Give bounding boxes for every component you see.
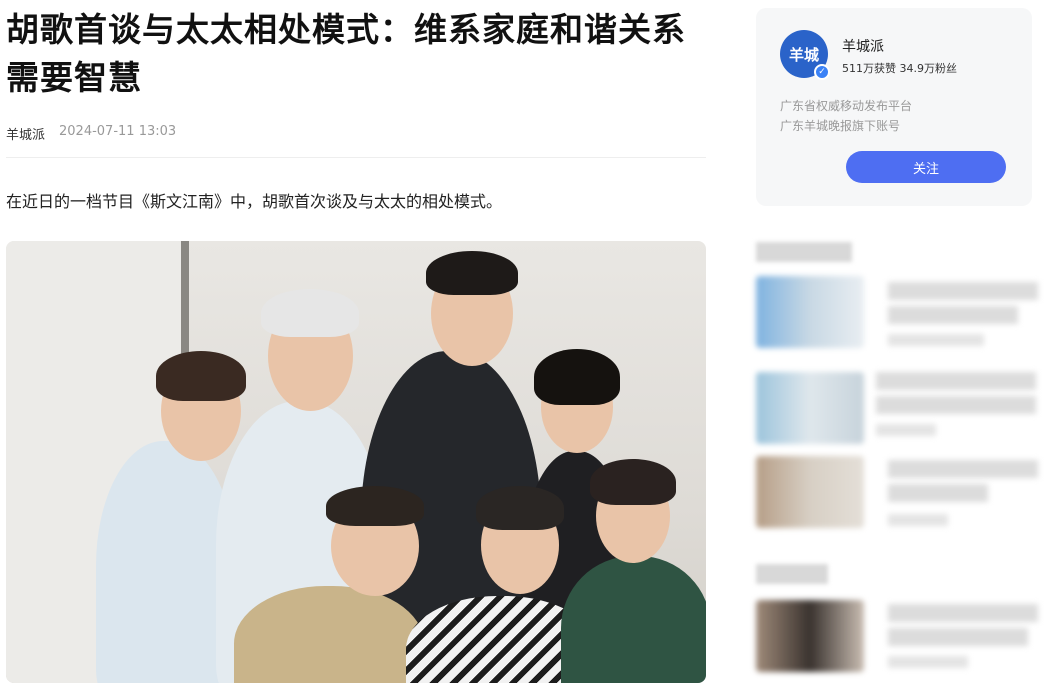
rec-thumbnail[interactable] xyxy=(756,372,864,444)
sidebar: 羊城 ✓ 羊城派 511万获赞 34.9万粉丝 广东省权威移动发布平台 广东羊城… xyxy=(756,8,1032,206)
photo-hair xyxy=(590,459,676,505)
rec-title-placeholder[interactable] xyxy=(888,628,1028,646)
rec-title-placeholder[interactable] xyxy=(876,396,1036,414)
rec-title-placeholder[interactable] xyxy=(876,372,1036,390)
article: 胡歌首谈与太太相处模式：维系家庭和谐关系需要智慧 羊城派 2024-07-11 … xyxy=(6,0,706,216)
author-avatar[interactable]: 羊城 ✓ xyxy=(780,30,830,80)
photo-hair xyxy=(426,251,518,295)
rec-title-placeholder[interactable] xyxy=(888,460,1038,478)
author-stats: 511万获赞 34.9万粉丝 xyxy=(842,62,957,75)
rec-thumbnail[interactable] xyxy=(756,276,864,348)
author-description: 广东省权威移动发布平台 广东羊城晚报旗下账号 xyxy=(780,96,912,136)
rec-meta-placeholder xyxy=(888,656,968,668)
section-heading-placeholder xyxy=(756,242,852,262)
rec-title-placeholder[interactable] xyxy=(888,484,988,502)
author-card: 羊城 ✓ 羊城派 511万获赞 34.9万粉丝 广东省权威移动发布平台 广东羊城… xyxy=(756,8,1032,206)
article-meta: 羊城派 2024-07-11 13:03 xyxy=(6,124,706,158)
rec-title-placeholder[interactable] xyxy=(888,604,1038,622)
photo-hair xyxy=(261,289,359,337)
rec-meta-placeholder xyxy=(888,514,948,526)
article-date: 2024-07-11 13:03 xyxy=(59,124,177,139)
rec-meta-placeholder xyxy=(876,424,936,436)
photo-hair xyxy=(326,486,424,526)
rec-thumbnail[interactable] xyxy=(756,456,864,528)
rec-thumbnail[interactable] xyxy=(756,600,864,672)
photo-hair xyxy=(156,351,246,401)
rec-meta-placeholder xyxy=(888,334,984,346)
rec-title-placeholder[interactable] xyxy=(888,282,1038,300)
photo-hair xyxy=(476,486,564,530)
article-title: 胡歌首谈与太太相处模式：维系家庭和谐关系需要智慧 xyxy=(6,10,686,97)
rec-title-placeholder[interactable] xyxy=(888,306,1018,324)
avatar-text: 羊城 xyxy=(788,45,819,64)
article-lead-paragraph: 在近日的一档节目《斯文江南》中，胡歌首次谈及与太太的相处模式。 xyxy=(6,192,503,211)
follow-button[interactable]: 关注 xyxy=(846,151,1006,183)
author-desc-line: 广东省权威移动发布平台 xyxy=(780,99,913,113)
verified-icon: ✓ xyxy=(814,64,830,80)
photo-person xyxy=(561,556,706,683)
author-name[interactable]: 羊城派 xyxy=(842,36,884,56)
article-author[interactable]: 羊城派 xyxy=(6,124,45,143)
section-heading-placeholder xyxy=(756,564,828,584)
photo-hair xyxy=(534,349,620,405)
article-photo xyxy=(6,241,706,683)
author-desc-line: 广东羊城晚报旗下账号 xyxy=(780,119,901,133)
photo-person xyxy=(96,441,236,683)
